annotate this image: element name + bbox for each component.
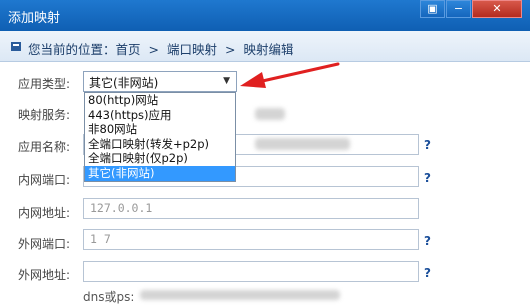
breadcrumb-port-mapping[interactable]: 端口映射 [167,42,217,57]
app-name-help-icon[interactable]: ? [424,138,431,152]
external-port-help-icon[interactable]: ? [424,234,431,248]
external-addr-help-icon[interactable]: ? [424,266,431,280]
external-addr-label: 外网地址: [18,268,71,282]
dropdown-option[interactable]: 80(http)网站 [85,93,235,108]
dropdown-option[interactable]: 443(https)应用 [85,108,235,123]
mapping-service-label: 映射服务: [18,108,71,122]
dropdown-option-selected[interactable]: 其它(非网站) [85,165,235,181]
app-type-select[interactable]: 其它(非网站) ▼ [83,71,237,92]
close-button[interactable]: ✕ [472,0,522,18]
internal-port-label: 内网端口: [18,173,71,187]
dropdown-option[interactable]: 全端口映射(仅p2p) [85,151,235,166]
app-type-selected-value: 其它(非网站) [89,76,159,90]
mapping-service-redacted [255,108,285,120]
external-port-label: 外网端口: [18,237,71,251]
external-addr-field[interactable] [83,261,419,282]
app-name-label: 应用名称: [18,140,71,154]
breadcrumb-location: 您当前的位置：首页 [28,42,141,57]
internal-addr-field[interactable]: 127.0.0.1 [83,198,419,219]
title-bar: 添加映射 ▣ − ✕ [0,0,530,31]
breadcrumb-mapping-edit: 映射编辑 [243,42,294,57]
dns-hint-redacted [140,290,340,300]
maximize-button[interactable]: − [446,0,471,18]
annotation-arrow-icon [240,62,340,88]
breadcrumb-separator: > [148,42,159,57]
breadcrumb-separator: > [224,42,236,57]
window-title: 添加映射 [8,11,61,26]
app-name-redacted [255,138,350,150]
minimize-button[interactable]: ▣ [420,0,445,18]
external-port-field[interactable]: 1 7 [83,229,419,250]
dns-hint-partial: dns或ps: [83,290,135,304]
app-type-dropdown[interactable]: 80(http)网站 443(https)应用 非80网站 全端口映射(转发+p… [84,92,236,182]
internal-port-help-icon[interactable]: ? [424,171,431,185]
location-icon [11,42,21,51]
app-type-label: 应用类型: [18,77,71,91]
dropdown-option[interactable]: 全端口映射(转发+p2p) [85,137,235,152]
chevron-down-icon[interactable]: ▼ [223,76,230,86]
dropdown-option[interactable]: 非80网站 [85,122,235,137]
internal-addr-label: 内网地址: [18,206,71,220]
